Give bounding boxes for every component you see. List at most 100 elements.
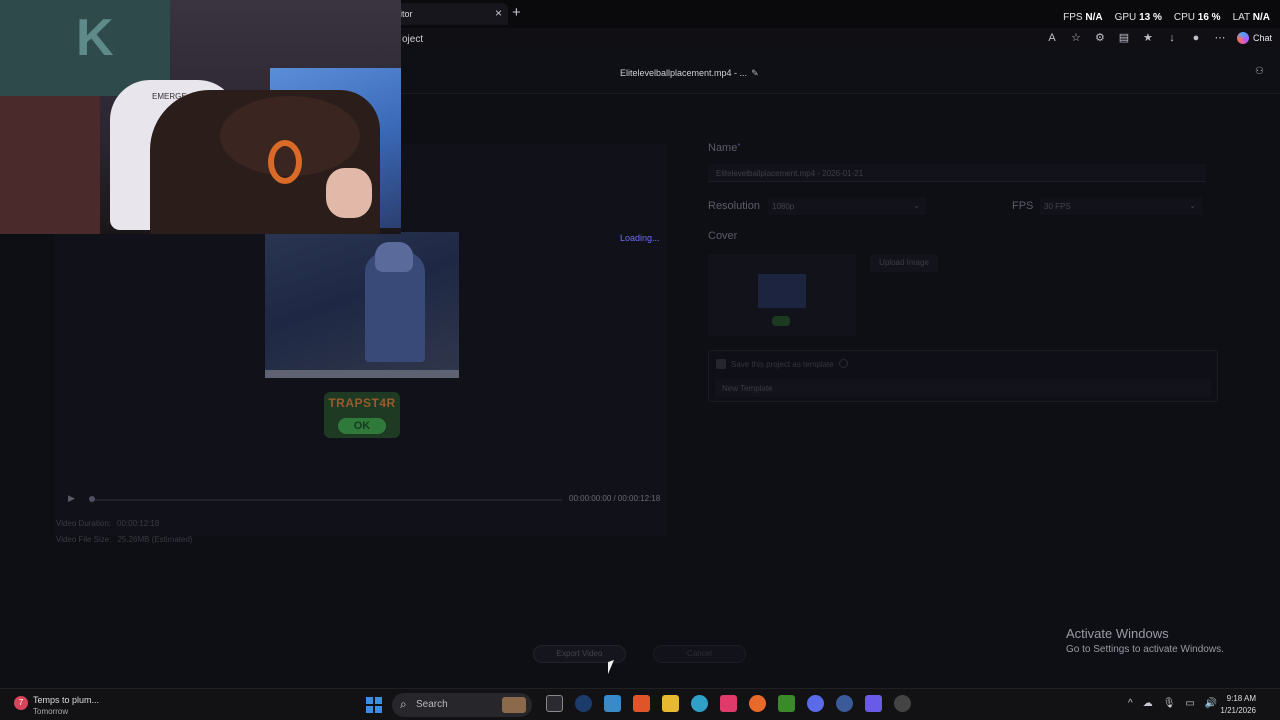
activate-windows-watermark: Activate Windows Go to Settings to activ… xyxy=(1066,626,1224,655)
chevron-down-icon: ⌄ xyxy=(913,201,920,210)
pinned-apps xyxy=(546,695,911,712)
resolution-label: Resolution xyxy=(708,200,760,212)
streamer-hand xyxy=(326,168,372,218)
cover-label: Cover xyxy=(708,230,738,242)
firefox-icon[interactable] xyxy=(749,695,766,712)
screen: itor × + FPS N/A GPU 13 % CPU 16 % LAT N… xyxy=(0,0,1280,720)
copilot-icon xyxy=(1236,32,1249,44)
weather-text: Temps to plum... xyxy=(33,695,100,705)
save-template-label: Save this project as template xyxy=(731,360,834,369)
steam-icon[interactable] xyxy=(575,695,592,712)
scrubber-track[interactable] xyxy=(90,499,562,501)
fps-stat: FPS N/A xyxy=(1063,12,1103,23)
capcut-icon[interactable] xyxy=(720,695,737,712)
template-placeholder: New Template xyxy=(722,384,773,393)
weather-alert-icon: 7 xyxy=(14,696,28,710)
poster-letter-icon: K xyxy=(76,9,114,67)
github-icon[interactable] xyxy=(894,695,911,712)
gpu-stat: GPU 13 % xyxy=(1114,12,1162,23)
download-icon[interactable]: ↓ xyxy=(1165,31,1179,45)
chevron-down-icon: ⌄ xyxy=(1189,201,1196,210)
video-duration: Video Duration: 00:00:12:18 xyxy=(56,519,160,528)
name-label: Name* xyxy=(708,142,741,154)
file-explorer-icon[interactable] xyxy=(662,695,679,712)
onedrive-icon[interactable]: ☁ xyxy=(1143,698,1153,709)
favorites-icon[interactable]: ★ xyxy=(1141,31,1155,45)
lat-stat: LAT N/A xyxy=(1232,12,1270,23)
profile-icon[interactable]: ● xyxy=(1189,31,1203,45)
name-input[interactable]: Elitelevelballplacement.mp4 - 2026-01-21 xyxy=(708,164,1206,182)
player-helmet xyxy=(375,242,413,272)
microphone-icon[interactable]: 🎙 xyxy=(1163,698,1176,709)
fps-label: FPS xyxy=(1012,200,1034,212)
chevron-up-icon[interactable]: ^ xyxy=(1128,698,1133,709)
cover-watermark xyxy=(772,316,790,326)
shoe-shelf xyxy=(0,96,100,234)
resolution-value: 1080p xyxy=(772,202,795,211)
search-highlight-icon xyxy=(502,697,526,713)
system-tray: ^ ☁ 🎙 ▭ 🔊 xyxy=(1128,698,1217,709)
favorite-star-icon[interactable]: ☆ xyxy=(1069,31,1083,45)
monitor-icon[interactable]: ▭ xyxy=(1185,698,1194,709)
start-button[interactable] xyxy=(366,697,382,713)
fps-select[interactable]: 30 FPS ⌄ xyxy=(1040,197,1202,215)
mouse-cursor-icon xyxy=(608,659,614,675)
cover-thumbnail xyxy=(758,274,806,308)
scrubber-handle[interactable] xyxy=(89,496,95,502)
upload-image-button[interactable]: Upload Image xyxy=(870,254,938,272)
nvidia-icon[interactable] xyxy=(778,695,795,712)
read-aloud-icon[interactable]: A xyxy=(1045,31,1059,45)
browser-toolbar: A ☆ ⚙ ▤ ★ ↓ ● ⋯ Chat xyxy=(1045,31,1272,45)
task-view-icon[interactable] xyxy=(546,695,563,712)
notepad-icon[interactable] xyxy=(604,695,621,712)
loading-indicator: Loading... xyxy=(620,233,660,243)
watermark-badge: OK xyxy=(338,418,386,434)
user-icon[interactable]: ⚇ xyxy=(1255,66,1264,77)
address-text[interactable]: oject xyxy=(402,34,423,45)
resolution-select[interactable]: 1080p ⌄ xyxy=(768,197,926,215)
tab-title: itor xyxy=(400,9,413,19)
webcam-overlay: K EMERGE xyxy=(0,0,401,234)
activate-subtitle: Go to Settings to activate Windows. xyxy=(1066,644,1224,655)
headphones-icon xyxy=(268,140,302,184)
close-tab-icon[interactable]: × xyxy=(495,6,502,20)
more-menu-icon[interactable]: ⋯ xyxy=(1213,31,1227,45)
template-name-input[interactable]: New Template xyxy=(715,379,1211,397)
video-file-size: Video File Size: 25.26MB (Estimated) xyxy=(56,535,193,544)
edit-title-icon[interactable]: ✎ xyxy=(751,68,759,78)
obs-icon[interactable] xyxy=(836,695,853,712)
timecode: 00:00:00:00 / 00:00:12:18 xyxy=(569,494,661,503)
clock-time: 9:18 AM xyxy=(1226,694,1256,703)
new-tab-icon[interactable]: + xyxy=(512,4,521,21)
split-screen-icon[interactable]: ▤ xyxy=(1117,31,1131,45)
cpu-stat: CPU 16 % xyxy=(1173,12,1221,23)
cover-preview xyxy=(708,254,856,336)
save-template-checkbox[interactable] xyxy=(716,359,726,369)
volume-icon[interactable]: 🔊 xyxy=(1205,698,1217,709)
windows-taskbar: 7 Temps to plum... Tomorrow ⌕ Search ^ ☁… xyxy=(0,688,1280,720)
performance-overlay: FPS N/A GPU 13 % CPU 16 % LAT N/A xyxy=(1063,12,1270,23)
extensions-icon[interactable]: ⚙ xyxy=(1093,31,1107,45)
app-grid-icon[interactable] xyxy=(865,695,882,712)
project-title: Elitelevelballplacement.mp4 - ... ✎ xyxy=(620,68,759,78)
activate-title: Activate Windows xyxy=(1066,626,1169,641)
copilot-chat-button[interactable]: Chat xyxy=(1236,32,1272,44)
edge-icon[interactable] xyxy=(691,695,708,712)
watermark-logo: TRAPST4R OK xyxy=(324,392,400,438)
taskbar-search[interactable]: ⌕ Search xyxy=(392,693,532,717)
chat-label: Chat xyxy=(1252,33,1272,43)
cancel-button[interactable]: Cancel xyxy=(653,645,746,663)
search-placeholder: Search xyxy=(416,699,448,710)
fps-value: 30 FPS xyxy=(1044,202,1071,211)
info-icon[interactable] xyxy=(839,359,848,368)
play-icon[interactable]: ▶ xyxy=(68,493,75,504)
weather-subtext: Tomorrow xyxy=(33,707,69,716)
system-clock[interactable]: 9:18 AM 1/21/2026 xyxy=(1220,693,1256,717)
watermark-text: TRAPST4R xyxy=(328,396,396,410)
score-bug xyxy=(265,370,459,378)
video-preview-frame xyxy=(265,232,459,378)
search-icon: ⌕ xyxy=(400,697,407,711)
template-section: Save this project as template New Templa… xyxy=(708,350,1218,402)
discord-icon[interactable] xyxy=(807,695,824,712)
brave-icon[interactable] xyxy=(633,695,650,712)
